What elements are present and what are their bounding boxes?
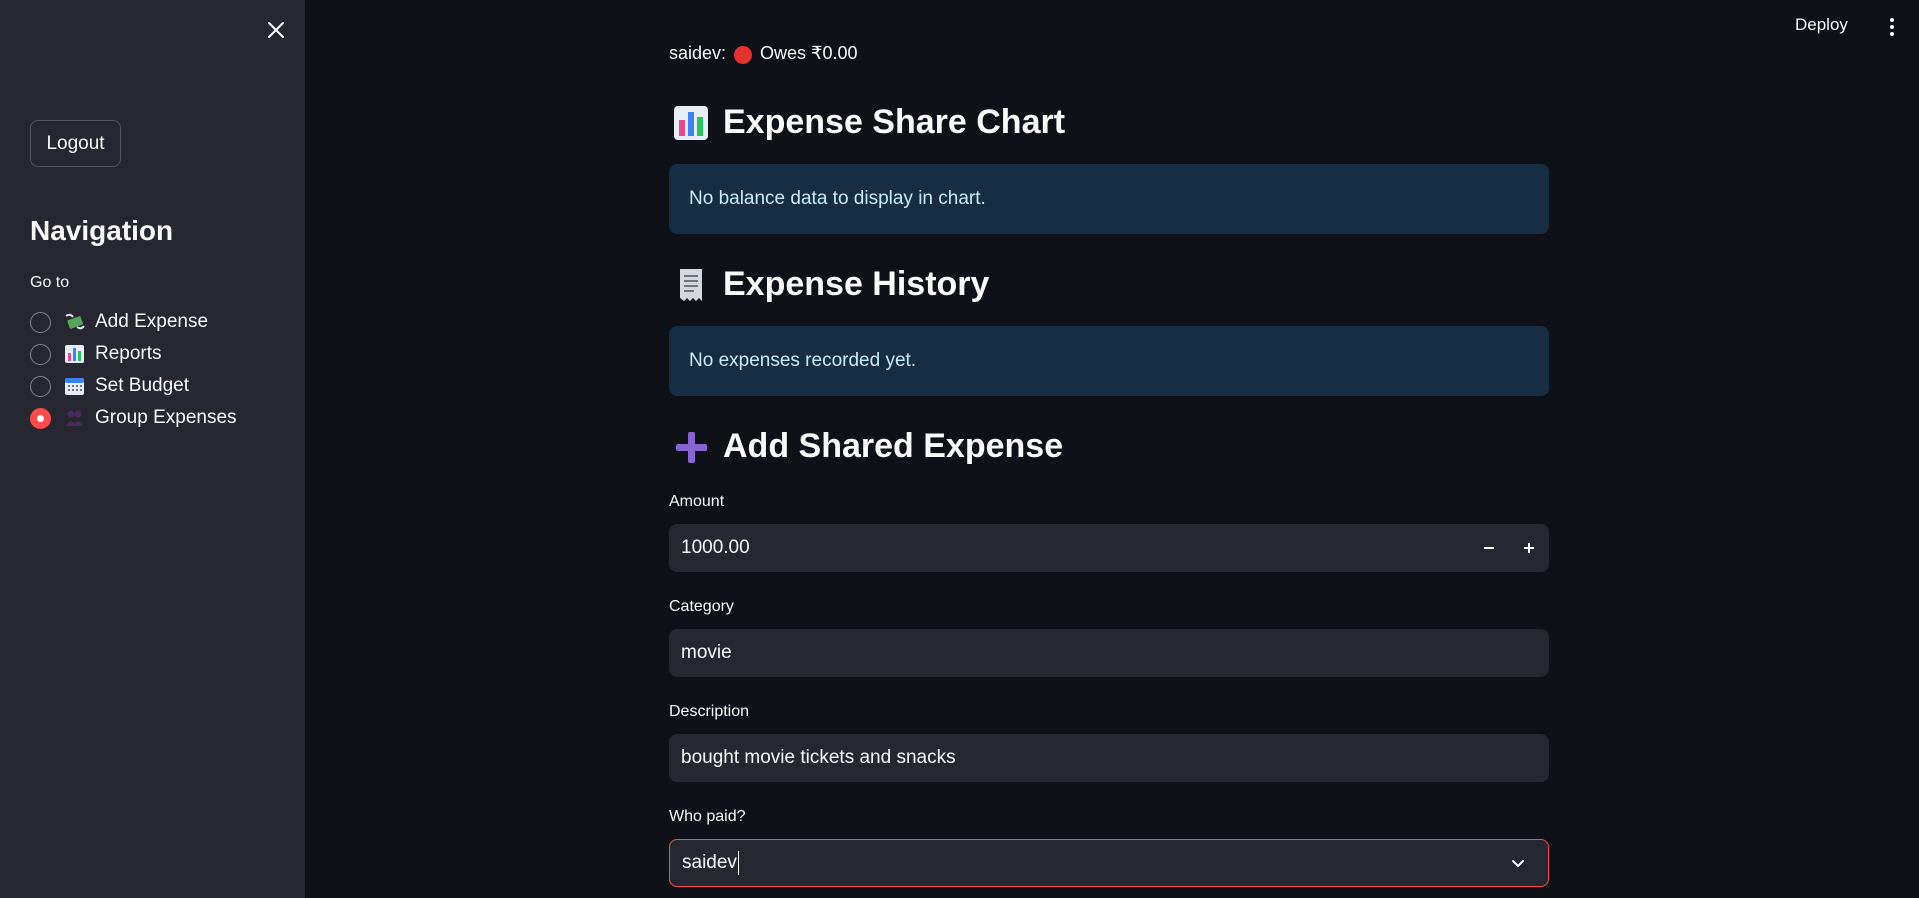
description-input[interactable]: bought movie tickets and snacks [669, 734, 1549, 782]
plus-icon [673, 429, 709, 465]
bar-chart-icon [673, 105, 709, 141]
plus-small-icon [1524, 543, 1534, 553]
amount-label: Amount [669, 493, 725, 510]
amount-value[interactable]: 1000.00 [681, 537, 750, 559]
text-cursor [737, 851, 740, 875]
section-title: Add Shared Expense [723, 427, 1064, 465]
description-label: Description [669, 703, 750, 720]
money-with-wings-icon [64, 312, 86, 332]
category-label: Category [669, 598, 734, 615]
goto-label: Go to [30, 274, 70, 291]
close-icon[interactable] [267, 21, 285, 39]
main-menu-button[interactable] [1886, 16, 1898, 38]
kebab-menu-icon [1890, 18, 1894, 22]
add-shared-expense-heading: Add Shared Expense [673, 427, 1063, 466]
nav-option-label: Set Budget [95, 375, 190, 396]
kebab-dot [1890, 25, 1894, 29]
logout-button[interactable]: Logout [30, 120, 121, 167]
amount-stepper [1469, 524, 1549, 572]
balance-user-name: saidev: [669, 44, 727, 63]
people-icon [64, 408, 86, 428]
kebab-dot [1890, 32, 1894, 36]
navigation-title: Navigation [30, 215, 174, 246]
balance-line: saidev: Owes ₹0.00 [669, 44, 858, 64]
amount-number-input[interactable]: 1000.00 [669, 524, 1549, 572]
minus-icon [1484, 547, 1494, 549]
section-title: Expense History [723, 265, 990, 303]
nav-option-group-expenses[interactable]: Group Expenses [30, 402, 237, 434]
category-input[interactable]: movie [669, 629, 1549, 677]
navigation-radio-group: Add Expense Reports Set Budget Group Exp… [30, 306, 237, 434]
nav-option-label: Add Expense [95, 311, 209, 332]
who-paid-value[interactable]: saidev [682, 852, 737, 874]
share-chart-info-alert: No balance data to display in chart. [669, 164, 1549, 234]
increment-button[interactable] [1509, 524, 1549, 572]
category-value[interactable]: movie [681, 642, 732, 664]
close-sidebar-button[interactable] [263, 17, 289, 43]
red-circle-icon [734, 46, 753, 64]
who-paid-label: Who paid? [669, 808, 746, 825]
nav-option-reports[interactable]: Reports [30, 338, 237, 370]
section-title: Expense Share Chart [723, 103, 1066, 141]
bar-chart-icon [64, 344, 86, 364]
history-info-alert: No expenses recorded yet. [669, 326, 1549, 396]
radio-button[interactable] [30, 311, 51, 333]
receipt-icon [673, 267, 709, 303]
nav-option-set-budget[interactable]: Set Budget [30, 370, 237, 402]
who-paid-select[interactable]: saidev [669, 839, 1549, 887]
nav-option-label: Group Expenses [95, 407, 237, 428]
sidebar: Logout Navigation Go to Add Expense Repo… [0, 0, 305, 898]
calendar-icon [64, 376, 86, 396]
chevron-down-icon[interactable] [1510, 855, 1526, 871]
decrement-button[interactable] [1469, 524, 1509, 572]
nav-option-label: Reports [95, 343, 162, 364]
expense-history-heading: Expense History [673, 265, 989, 304]
radio-button[interactable] [30, 343, 51, 365]
radio-button-selected[interactable] [30, 407, 51, 429]
balance-text: Owes ₹0.00 [760, 44, 858, 63]
expense-share-chart-heading: Expense Share Chart [673, 103, 1065, 142]
radio-button[interactable] [30, 375, 51, 397]
deploy-button[interactable]: Deploy [1795, 15, 1848, 35]
nav-option-add-expense[interactable]: Add Expense [30, 306, 237, 338]
description-value[interactable]: bought movie tickets and snacks [681, 747, 956, 769]
